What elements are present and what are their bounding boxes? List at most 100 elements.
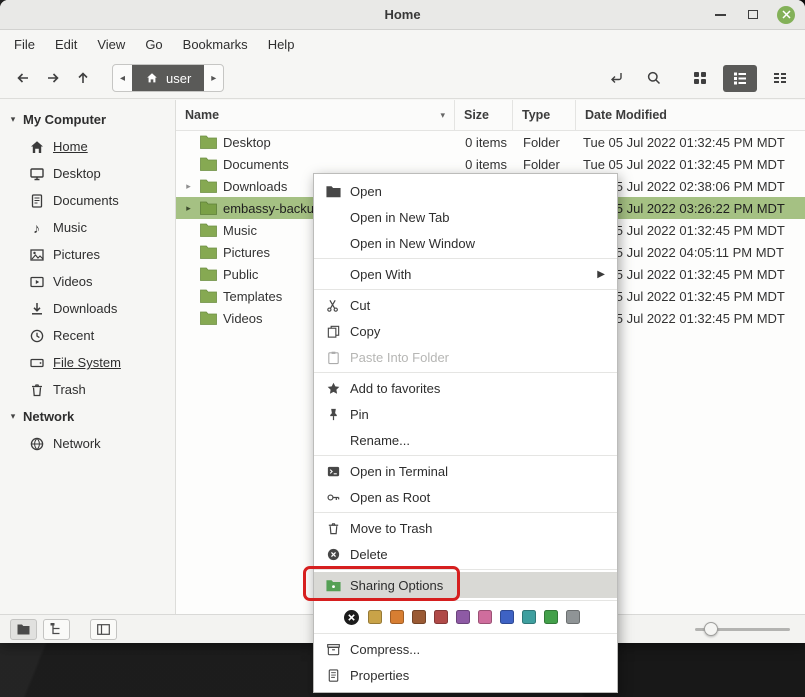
sidebar-item-videos[interactable]: Videos	[0, 268, 175, 295]
column-header-name[interactable]: Name ▾	[176, 100, 455, 130]
folder-color-swatch[interactable]	[390, 610, 404, 624]
sidebar-section-my-computer[interactable]: ▾ My Computer	[0, 106, 175, 133]
zoom-slider[interactable]	[695, 615, 795, 643]
menu-item-pin[interactable]: Pin	[314, 401, 617, 427]
menu-view[interactable]: View	[87, 33, 135, 56]
menu-item-open[interactable]: Open	[314, 178, 617, 204]
compact-view-button[interactable]	[763, 65, 797, 92]
sidebar-item-pictures[interactable]: Pictures	[0, 241, 175, 268]
grid-view-icon	[692, 70, 708, 86]
pathbar-scroll-left-button[interactable]: ◂	[113, 65, 132, 91]
list-view-button[interactable]	[723, 65, 757, 92]
menu-item-compress[interactable]: Compress...	[314, 636, 617, 662]
sidebar-item-desktop[interactable]: Desktop	[0, 160, 175, 187]
pathbar-scroll-right-button[interactable]: ▸	[204, 65, 223, 91]
menu-item-cut[interactable]: Cut	[314, 292, 617, 318]
menu-item-properties[interactable]: Properties	[314, 662, 617, 688]
breadcrumb-user-button[interactable]: user	[132, 65, 204, 91]
menu-item-rename[interactable]: Rename...	[314, 427, 617, 453]
expander-down-icon[interactable]: ▾	[7, 114, 19, 125]
location-entry-toggle-button[interactable]	[603, 65, 629, 91]
zoom-handle[interactable]	[704, 622, 718, 636]
sidebar-section-network[interactable]: ▾ Network	[0, 403, 175, 430]
folder-color-swatch[interactable]	[566, 610, 580, 624]
menu-item-copy[interactable]: Copy	[314, 318, 617, 344]
sidebar-item-label: Downloads	[53, 301, 117, 316]
sidebar-item-network[interactable]: Network	[0, 430, 175, 457]
maximize-icon	[748, 10, 758, 19]
menu-item-label: Add to favorites	[350, 381, 440, 396]
file-name: Music	[223, 223, 257, 238]
folder-icon	[200, 267, 217, 281]
folder-color-swatch[interactable]	[456, 610, 470, 624]
sidebar-item-home[interactable]: Home	[0, 133, 175, 160]
sidebar-item-label: Videos	[53, 274, 93, 289]
minimize-button[interactable]	[711, 6, 729, 24]
folder-icon	[200, 311, 217, 325]
show-treeview-button[interactable]	[43, 619, 70, 640]
breadcrumb-label: user	[166, 71, 191, 86]
sidebar-item-label: Documents	[53, 193, 119, 208]
back-button[interactable]	[8, 63, 38, 93]
menu-item-open-as-root[interactable]: Open as Root	[314, 484, 617, 510]
menu-file[interactable]: File	[4, 33, 45, 56]
sidebar-item-downloads[interactable]: Downloads	[0, 295, 175, 322]
menu-item-add-to-favorites[interactable]: Add to favorites	[314, 375, 617, 401]
compact-view-icon	[772, 70, 788, 86]
menu-bookmarks[interactable]: Bookmarks	[173, 33, 258, 56]
sidebar-item-trash[interactable]: Trash	[0, 376, 175, 403]
column-header-date-modified[interactable]: Date Modified	[576, 100, 805, 130]
forward-icon	[45, 70, 61, 86]
sidebar-item-recent[interactable]: Recent	[0, 322, 175, 349]
icon-view-button[interactable]	[683, 65, 717, 92]
folder-color-swatch[interactable]	[434, 610, 448, 624]
expander-down-icon[interactable]: ▾	[7, 411, 19, 422]
file-row-documents[interactable]: Documents 0 items Folder Tue 05 Jul 2022…	[176, 153, 805, 175]
menu-item-open-in-new-tab[interactable]: Open in New Tab	[314, 204, 617, 230]
star-icon	[323, 381, 343, 396]
menu-item-label: Open in Terminal	[350, 464, 448, 479]
folder-color-swatch[interactable]	[500, 610, 514, 624]
sidebar-item-documents[interactable]: Documents	[0, 187, 175, 214]
menu-item-label: Cut	[350, 298, 370, 313]
folder-color-swatch[interactable]	[478, 610, 492, 624]
folder-color-swatch[interactable]	[544, 610, 558, 624]
column-header-size[interactable]: Size	[455, 100, 513, 130]
folder-color-swatch[interactable]	[412, 610, 426, 624]
menu-item-open-in-terminal[interactable]: Open in Terminal	[314, 458, 617, 484]
file-row-desktop[interactable]: Desktop 0 items Folder Tue 05 Jul 2022 0…	[176, 131, 805, 153]
menu-help[interactable]: Help	[258, 33, 305, 56]
expander-right-icon[interactable]: ▸	[183, 203, 194, 214]
sidebar-item-music[interactable]: ♪ Music	[0, 214, 175, 241]
menu-item-open-in-new-window[interactable]: Open in New Window	[314, 230, 617, 256]
up-button[interactable]	[68, 63, 98, 93]
menu-item-delete[interactable]: Delete	[314, 541, 617, 567]
search-button[interactable]	[641, 65, 667, 91]
expander-right-icon[interactable]: ▸	[183, 181, 194, 192]
clear-color-button[interactable]	[343, 609, 360, 626]
folder-color-swatch[interactable]	[522, 610, 536, 624]
hide-sidebar-button[interactable]	[90, 619, 117, 640]
titlebar[interactable]: Home	[0, 0, 805, 30]
menu-go[interactable]: Go	[135, 33, 172, 56]
filesystem-icon	[28, 355, 45, 371]
file-type: Folder	[513, 135, 576, 150]
menu-item-move-to-trash[interactable]: Move to Trash	[314, 515, 617, 541]
downloads-icon	[28, 301, 45, 317]
documents-icon	[28, 193, 45, 209]
sidebar-item-file-system[interactable]: File System	[0, 349, 175, 376]
menu-item-open-with[interactable]: Open With ▶	[314, 261, 617, 287]
forward-button[interactable]	[38, 63, 68, 93]
menu-separator	[314, 258, 617, 259]
folder-color-swatch[interactable]	[368, 610, 382, 624]
show-places-button[interactable]	[10, 619, 37, 640]
column-header-type[interactable]: Type	[513, 100, 576, 130]
menu-item-sharing-options[interactable]: Sharing Options	[314, 572, 617, 598]
menu-separator	[314, 455, 617, 456]
share-folder-icon	[323, 579, 343, 592]
close-button[interactable]	[777, 6, 795, 24]
clear-color-icon	[343, 609, 360, 626]
menu-edit[interactable]: Edit	[45, 33, 87, 56]
maximize-button[interactable]	[744, 6, 762, 24]
menu-item-label: Properties	[350, 668, 409, 683]
